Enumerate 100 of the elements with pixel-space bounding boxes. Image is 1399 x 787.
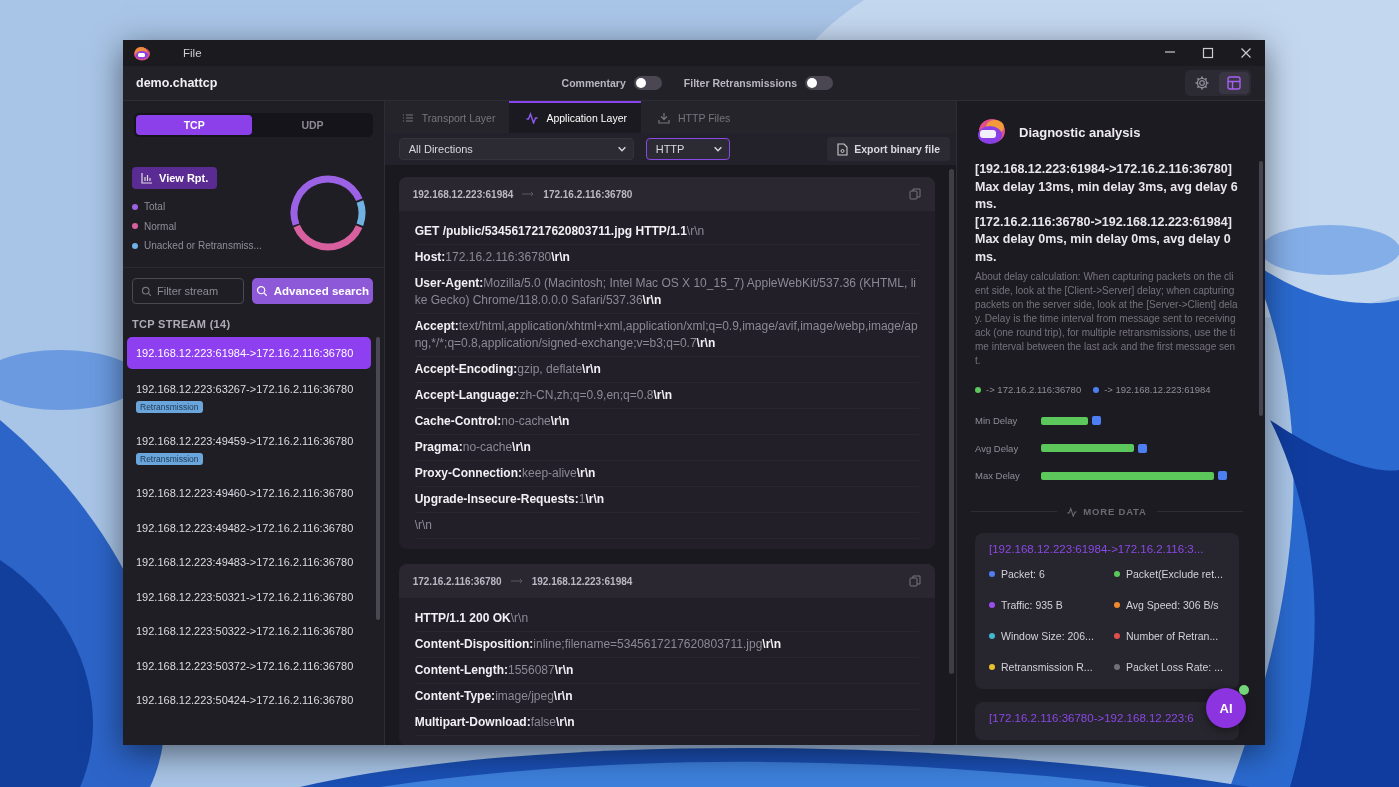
stream-label: 192.168.12.223:49459->172.16.2.116:36780 (136, 435, 354, 447)
destination-address: 172.16.2.116:36780 (543, 188, 633, 200)
stat-label: Packet: 6 (1001, 568, 1045, 580)
protocol-tab[interactable]: TCP (136, 115, 253, 135)
header-line: Content-Disposition:inline;filename=5345617217620803711.jpg\r\n (414, 632, 919, 658)
stream-label: 192.168.12.223:49460->172.16.2.116:36780 (136, 487, 354, 499)
header-line: \r\n (414, 513, 919, 539)
stat-label: Retransmission R... (1001, 661, 1093, 673)
search-icon (255, 285, 268, 297)
stream-item[interactable]: 192.168.12.223:50321->172.16.2.116:36780 (127, 580, 371, 615)
stream-item[interactable]: 192.168.12.223:49483->172.16.2.116:36780 (127, 546, 371, 581)
stat-label: Traffic: 935 B (1001, 599, 1063, 611)
file-title: demo.chattcp (136, 76, 219, 90)
pulse-icon (1067, 506, 1078, 517)
stat-label: Packet(Exclude ret... (1126, 568, 1223, 580)
delay-summary: Max delay 13ms, min delay 3ms, avg delay 6ms. (975, 178, 1239, 213)
header-line: Accept-Encoding:gzip, deflate\r\n (414, 357, 919, 383)
copy-icon[interactable] (909, 188, 921, 200)
delay-bar (1041, 416, 1088, 425)
delay-marker (1218, 471, 1227, 481)
stream-label: 192.168.12.223:63267->172.16.2.116:36780 (136, 383, 354, 395)
stat-label: Avg Speed: 306 B/s (1126, 599, 1219, 611)
toggle-switch[interactable] (633, 76, 662, 90)
settings-icon (1194, 75, 1210, 91)
stream-item[interactable]: 192.168.12.223:49482->172.16.2.116:36780 (127, 511, 371, 546)
stat-label: Number of Retran... (1126, 630, 1219, 642)
stream-item[interactable]: 192.168.12.223:61984->172.16.2.116:36780 (127, 337, 371, 369)
header-line: Host:172.16.2.116:36780\r\n (414, 245, 919, 271)
export-button[interactable]: Export binary file (827, 137, 950, 161)
stream-label: 192.168.12.223:50322->172.16.2.116:36780 (136, 625, 354, 637)
legend-label: Total (144, 201, 166, 213)
stat-label: Packet Loss Rate: ... (1126, 661, 1223, 673)
stream-item[interactable]: 192.168.12.223:63267->172.16.2.116:36780 Retransmission (127, 373, 371, 425)
stream-item[interactable]: 192.168.12.223:50372->172.16.2.116:36780 (127, 649, 371, 684)
legend-label: Unacked or Retransmiss... (144, 240, 262, 252)
source-address: 192.168.12.223:61984 (412, 188, 514, 200)
layout-icon (1226, 75, 1242, 91)
list-icon (401, 112, 414, 124)
toggle-label: Filter Retransmissions (683, 77, 797, 89)
toggle-label: Commentary (561, 77, 626, 89)
bar-chart-icon (141, 172, 153, 184)
header-line: Accept-Language:zh-CN,zh;q=0.9,en;q=0.8\r\n (414, 383, 919, 409)
header-line: Accept:text/html,application/xhtml+xml,application/xml;q=0.9,image/avif,image/webp,image/ap ng,*/*;q=0.8,application/signed-exchange;v=b3;q=0.7\r\n (414, 314, 919, 357)
arrow-icon (521, 191, 536, 197)
download-icon (658, 112, 670, 124)
section-heading: TCP STREAM (14) (131, 317, 232, 332)
filter-field[interactable]: Filter stream (132, 278, 244, 304)
delay-label: Max Delay (975, 470, 1021, 482)
legend-label: -> 192.168.12.223:61984 (1104, 384, 1211, 395)
header-line: Pragma:no-cache\r\n (414, 435, 919, 461)
header-line: Proxy-Connection:keep-alive\r\n (414, 461, 919, 487)
toggle-switch[interactable] (805, 76, 833, 90)
menu-item[interactable]: File (179, 45, 206, 61)
tab[interactable]: Application Layer (509, 101, 641, 133)
protocol-select[interactable]: HTTP (645, 138, 730, 160)
header-line: Content-Type:image/jpeg\r\n (414, 684, 919, 710)
layout-button[interactable] (1219, 72, 1249, 94)
header-line: HTTP/1.1 200 OK\r\n (414, 606, 919, 632)
header-line: Upgrade-Insecure-Requests:1\r\n (414, 487, 919, 513)
stream-label: 192.168.12.223:61984->172.16.2.116:36780 (136, 347, 354, 359)
delay-summary: [172.16.2.116:36780->192.168.12.223:61984] (975, 213, 1233, 231)
delay-note: About delay calculation: When capturing packets on the client side, look at the [Client->Server] delay; when capturing packets on the server side, look at the [Server->Client] delay. Delay is the time interval from message sent to receiving ack (one round trip), for multiple retransmissions, use the time interval between the last ack and the first message sent. (975, 270, 1239, 368)
file-icon (837, 142, 849, 156)
copy-icon[interactable] (909, 575, 921, 587)
stream-item[interactable]: 192.168.12.223:50424->172.16.2.116:36780 (127, 684, 371, 719)
search-icon (141, 286, 152, 297)
stat-label: Window Size: 206... (1001, 630, 1094, 642)
advanced-search-button[interactable]: Advanced search (252, 278, 373, 304)
view-report-button[interactable]: View Rpt. (132, 167, 218, 189)
stream-label: 192.168.12.223:50372->172.16.2.116:36780 (136, 659, 354, 672)
arrow-icon (509, 578, 524, 584)
maximize-icon[interactable] (1202, 47, 1214, 59)
stream-item[interactable]: 192.168.12.223:49459->172.16.2.116:36780 Retransmission (127, 425, 371, 477)
stream-label: 192.168.12.223:49483->172.16.2.116:36780 (136, 556, 354, 568)
destination-address: 192.168.12.223:61984 (531, 575, 633, 587)
status-dot (1239, 685, 1249, 695)
stream-title: [192.168.12.223:61984->172.16.2.116:3... (989, 542, 1205, 555)
ai-button[interactable]: AI (1206, 688, 1246, 728)
delay-summary: [192.168.12.223:61984->172.16.2.116:36780] (975, 161, 1233, 178)
legend-label: -> 172.16.2.116:36780 (986, 384, 1082, 395)
retransmission-tag: Retransmission (136, 401, 203, 413)
chevron-down-icon (616, 144, 627, 154)
close-icon[interactable] (1240, 47, 1252, 59)
stream-title: [172.16.2.116:36780->192.168.12.223:6 (989, 711, 1195, 724)
direction-select[interactable]: All Directions (398, 138, 634, 160)
stream-item[interactable]: 192.168.12.223:49460->172.16.2.116:36780 (127, 477, 371, 512)
delay-label: Min Delay (975, 415, 1019, 427)
retransmission-tag: Retransmission (136, 453, 203, 465)
protocol-tab[interactable]: UDP (254, 115, 371, 135)
stream-item[interactable]: 192.168.12.223:50322->172.16.2.116:36780 (127, 615, 371, 650)
stream-label: 192.168.12.223:50321->172.16.2.116:36780 (136, 590, 354, 603)
legend-label: Normal (144, 220, 177, 232)
header-line: Content-Length:1556087\r\n (414, 658, 919, 684)
app-logo-icon (133, 45, 151, 61)
cloud-logo-icon (975, 118, 1007, 146)
panel-title: Diagnostic analysis (1019, 124, 1141, 140)
chevron-down-icon (712, 144, 723, 154)
source-address: 172.16.2.116:36780 (412, 575, 502, 587)
stream-label: 192.168.12.223:49482->172.16.2.116:36780 (136, 521, 354, 534)
header-line: GET /public/5345617217620803711.jpg HTTP/1.1\r\n (414, 219, 919, 245)
